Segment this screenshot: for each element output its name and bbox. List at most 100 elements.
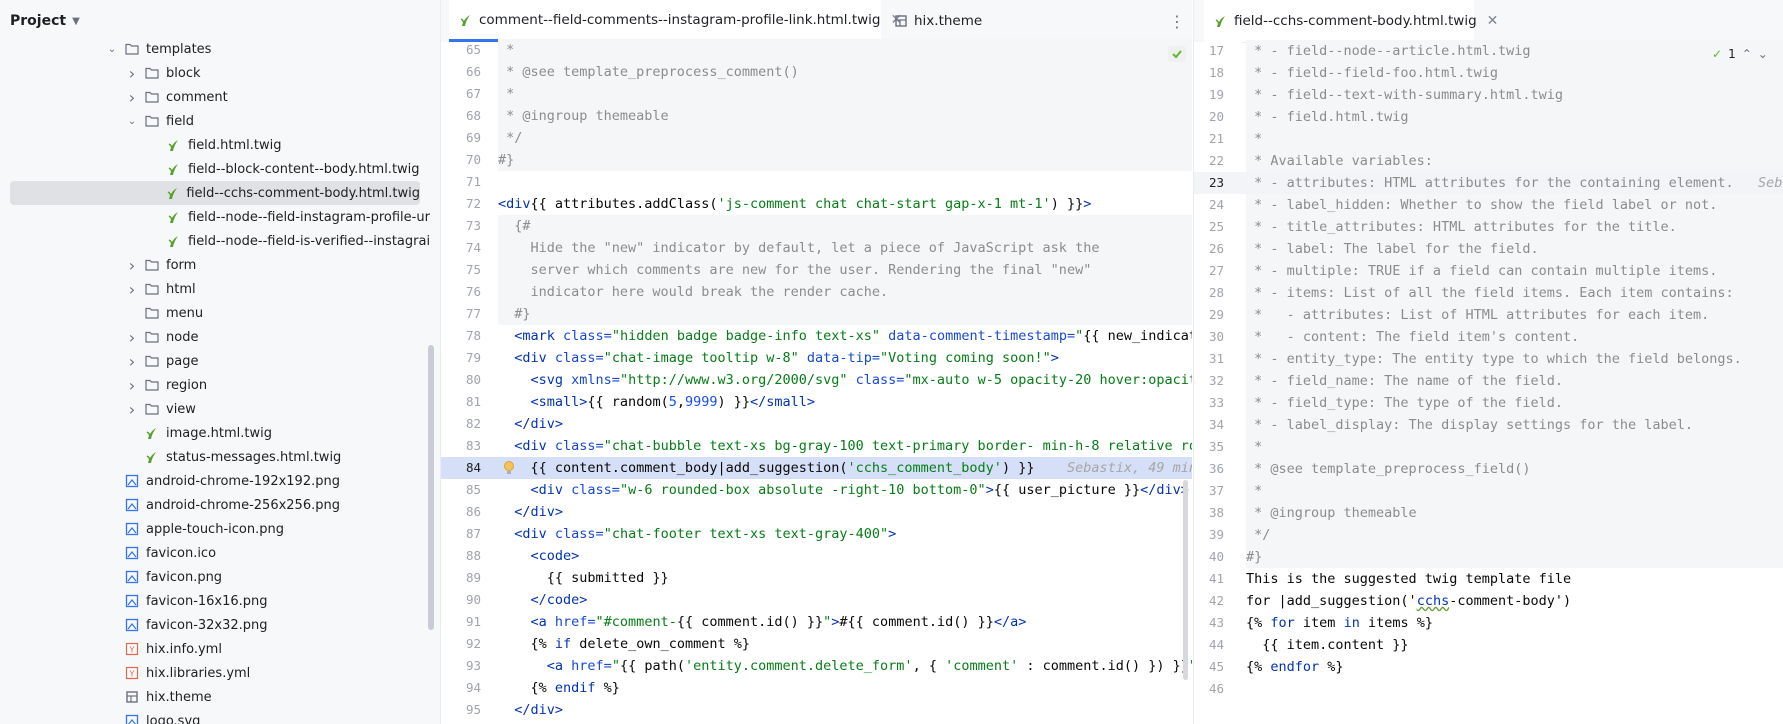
code-line[interactable]: {{ submitted }} xyxy=(498,567,669,589)
chevron-down-icon[interactable]: ⌄ xyxy=(124,116,140,127)
code-line[interactable]: for |add_suggestion('cchs-comment-body') xyxy=(1246,590,1571,612)
code-line[interactable]: * - content: The field item's content. xyxy=(1246,326,1579,348)
code-line[interactable]: {% endif %} xyxy=(498,677,620,699)
inspection-typo-icon[interactable]: ✓ xyxy=(1712,47,1722,61)
code-line[interactable]: * - attributes: HTML attributes for the … xyxy=(1246,172,1783,194)
tree-file[interactable]: favicon-32x32.png xyxy=(124,613,268,637)
code-line[interactable]: */ xyxy=(1246,524,1270,546)
tree-file[interactable]: android-chrome-256x256.png xyxy=(124,493,340,517)
tree-file[interactable]: field--node--field-instagram-profile-ur xyxy=(166,205,430,229)
code-line[interactable]: <a href="#comment-{{ comment.id() }}">#{… xyxy=(498,611,1027,633)
code-line[interactable]: </div> xyxy=(498,413,563,435)
inspection-ok-icon[interactable] xyxy=(1168,46,1186,62)
code-line[interactable]: * @see template_preprocess_field() xyxy=(1246,458,1530,480)
code-line[interactable]: {% if delete_own_comment %} xyxy=(498,633,750,655)
tree-folder[interactable]: menu xyxy=(124,301,203,325)
chevron-down-icon[interactable]: ▼ xyxy=(72,16,80,27)
project-scrollbar[interactable] xyxy=(428,345,434,630)
tree-folder[interactable]: ⌄ field xyxy=(124,109,194,133)
chevron-right-icon[interactable]: › xyxy=(124,352,140,371)
chevron-right-icon[interactable]: › xyxy=(124,376,140,395)
code-line[interactable]: * - entity_type: The entity type to whic… xyxy=(1246,348,1742,370)
code-line[interactable]: * - field_name: The name of the field. xyxy=(1246,370,1563,392)
code-line[interactable]: {% for item in items %} xyxy=(1246,612,1433,634)
code-line[interactable]: * - field.html.twig xyxy=(1246,106,1408,128)
code-line[interactable]: <a href="{{ path('entity.comment.delete_… xyxy=(498,655,1192,677)
code-line[interactable]: * - attributes: List of HTML attributes … xyxy=(1246,304,1709,326)
tree-folder[interactable]: › comment xyxy=(124,85,228,109)
code-line[interactable]: <div{{ attributes.addClass('js-comment c… xyxy=(498,193,1091,215)
tree-file[interactable]: Yhix.libraries.yml xyxy=(124,661,250,685)
tree-folder[interactable]: › page xyxy=(124,349,199,373)
tree-file[interactable]: android-chrome-192x192.png xyxy=(124,469,340,493)
tab-field-cchs-template[interactable]: field--cchs-comment-body.html.twig ✕ xyxy=(1204,0,1498,42)
code-line[interactable]: <svg xmlns="http://www.w3.org/2000/svg" … xyxy=(498,369,1192,391)
code-line[interactable]: This is the suggested twig template file xyxy=(1246,568,1571,590)
tree-file[interactable]: status-messages.html.twig xyxy=(144,445,341,469)
code-line[interactable]: * xyxy=(1246,480,1262,502)
chevron-down-icon[interactable]: ⌄ xyxy=(1758,47,1768,61)
chevron-right-icon[interactable]: › xyxy=(124,400,140,419)
code-line[interactable]: </div> xyxy=(498,501,563,523)
editor-left-scrollbar[interactable] xyxy=(1183,480,1188,680)
code-line[interactable]: {{ item.content }} xyxy=(1246,634,1408,656)
code-line[interactable]: server which comments are new for the us… xyxy=(498,259,1092,281)
code-line[interactable]: * Available variables: xyxy=(1246,150,1433,172)
code-line[interactable]: * @ingroup themeable xyxy=(498,105,669,127)
code-line[interactable]: * - label: The label for the field. xyxy=(1246,238,1538,260)
tree-folder[interactable]: › region xyxy=(124,373,207,397)
code-line[interactable]: * - label_hidden: Whether to show the fi… xyxy=(1246,194,1717,216)
tree-file[interactable]: field--cchs-comment-body.html.twig xyxy=(10,181,420,205)
close-icon[interactable]: ✕ xyxy=(1487,13,1499,29)
chevron-right-icon[interactable]: › xyxy=(124,88,140,107)
tree-folder[interactable]: › node xyxy=(124,325,199,349)
more-vertical-icon[interactable]: ⋮ xyxy=(1169,12,1185,31)
lightbulb-icon[interactable] xyxy=(503,460,515,480)
tree-file[interactable]: field--node--field-is-verified--instagra… xyxy=(166,229,430,253)
project-panel-header[interactable]: Project ▼ xyxy=(0,0,440,42)
code-line[interactable]: <mark class="hidden badge badge-info tex… xyxy=(498,325,1192,347)
tree-folder[interactable]: › html xyxy=(124,277,196,301)
code-line[interactable]: */ xyxy=(498,127,522,149)
chevron-right-icon[interactable]: › xyxy=(124,256,140,275)
code-line[interactable]: * @ingroup themeable xyxy=(1246,502,1417,524)
code-line[interactable]: <div class="chat-footer text-xs text-gra… xyxy=(498,523,896,545)
chevron-right-icon[interactable]: › xyxy=(124,328,140,347)
tree-folder[interactable]: › block xyxy=(124,61,201,85)
code-line[interactable]: <div class="chat-bubble text-xs bg-gray-… xyxy=(498,435,1192,457)
code-line[interactable]: #} xyxy=(1246,546,1262,568)
tree-folder[interactable]: ⌄ templates xyxy=(104,37,212,61)
code-line[interactable]: Hide the "new" indicator by default, let… xyxy=(498,237,1100,259)
code-line[interactable]: * - multiple: TRUE if a field can contai… xyxy=(1246,260,1717,282)
chevron-right-icon[interactable]: › xyxy=(124,64,140,83)
code-line[interactable]: #} xyxy=(498,303,530,325)
code-line[interactable]: * - title_attributes: HTML attributes fo… xyxy=(1246,216,1677,238)
code-line[interactable]: * xyxy=(498,83,514,105)
code-line[interactable]: #} xyxy=(498,149,514,171)
git-blame-inlay[interactable]: Sebastix, 49 minut xyxy=(1034,460,1192,476)
tree-file[interactable]: logo.svg xyxy=(124,709,200,724)
tree-file[interactable]: image.html.twig xyxy=(144,421,272,445)
code-line[interactable]: </div> xyxy=(498,699,563,721)
chevron-right-icon[interactable]: › xyxy=(124,280,140,299)
tab-comment-template[interactable]: comment--field-comments--instagram-profi… xyxy=(449,0,902,42)
code-line[interactable]: * - items: List of all the field items. … xyxy=(1246,282,1734,304)
code-line[interactable]: * - field_type: The type of the field. xyxy=(1246,392,1563,414)
code-line[interactable]: * - field--field-foo.html.twig xyxy=(1246,62,1498,84)
code-line[interactable]: indicator here would break the render ca… xyxy=(498,281,889,303)
code-line[interactable]: * - field--text-with-summary.html.twig xyxy=(1246,84,1563,106)
code-line[interactable]: * @see template_preprocess_comment() xyxy=(498,61,799,83)
chevron-up-icon[interactable]: ⌃ xyxy=(1742,47,1752,61)
code-line[interactable]: {% endfor %} xyxy=(1246,656,1344,678)
code-line[interactable]: {{ content.comment_body|add_suggestion('… xyxy=(498,457,1193,479)
code-line[interactable]: <small>{{ random(5,9999) }}</small> xyxy=(498,391,816,413)
tree-file[interactable]: field.html.twig xyxy=(166,133,282,157)
inspection-widget[interactable]: ✓ 1 ⌃ ⌄ xyxy=(1712,45,1768,63)
code-line[interactable]: <div class="w-6 rounded-box absolute -ri… xyxy=(498,479,1189,501)
code-line[interactable]: {# xyxy=(498,215,530,237)
code-line[interactable]: * xyxy=(1246,128,1262,150)
code-line[interactable]: * - label_display: The display settings … xyxy=(1246,414,1693,436)
code-line[interactable]: * xyxy=(1246,436,1262,458)
tree-file[interactable]: Yhix.info.yml xyxy=(124,637,222,661)
code-line[interactable]: * - field--node--article.html.twig xyxy=(1246,40,1530,62)
